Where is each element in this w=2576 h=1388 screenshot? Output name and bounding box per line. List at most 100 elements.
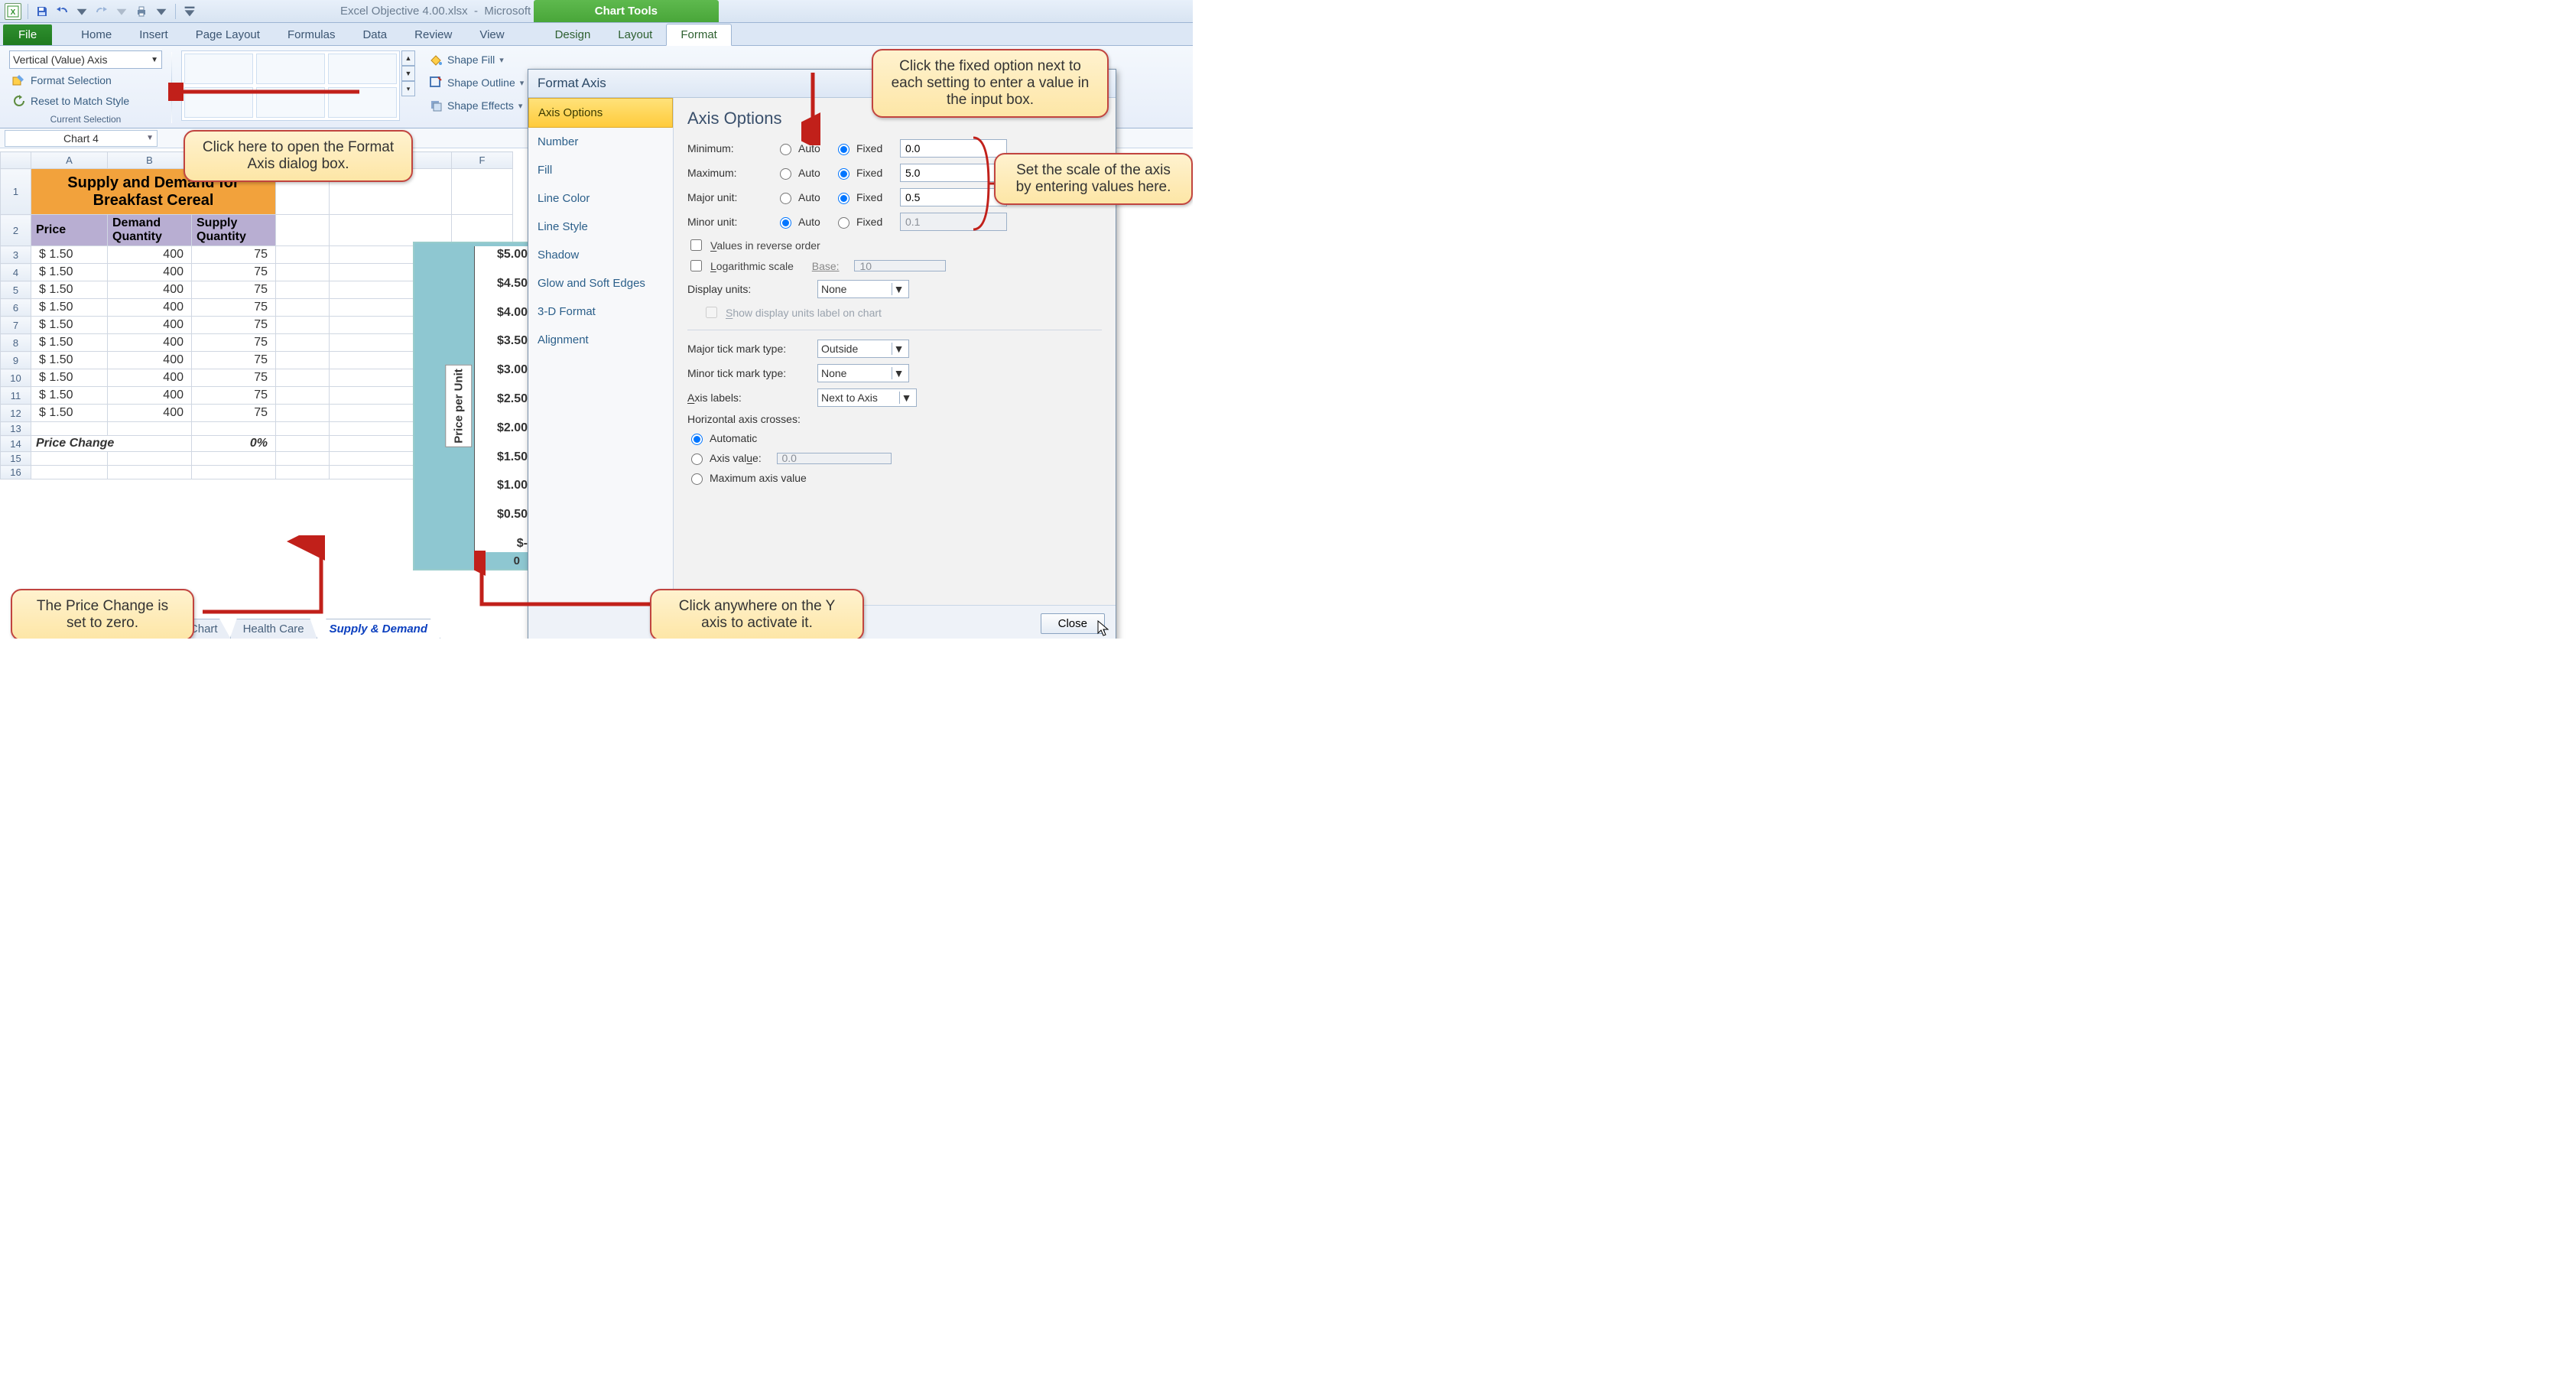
major-tick-combo[interactable]: Outside▼ <box>817 340 909 358</box>
cell-price[interactable]: $ 1.50 <box>31 281 108 299</box>
maximum-auto-radio[interactable]: Auto <box>776 166 830 180</box>
tab-view[interactable]: View <box>466 24 518 45</box>
shape-fill-button[interactable]: Shape Fill <box>426 50 527 69</box>
undo-dropdown-icon[interactable] <box>74 4 89 19</box>
row-header[interactable]: 16 <box>1 466 31 479</box>
cell-demand[interactable]: 400 <box>108 299 192 317</box>
dialog-nav-item[interactable]: Axis Options <box>528 98 673 128</box>
select-all-corner[interactable] <box>1 152 31 169</box>
style-swatch[interactable] <box>328 54 397 84</box>
print-icon[interactable] <box>134 4 149 19</box>
row-header[interactable]: 13 <box>1 422 31 436</box>
reverse-order-checkbox[interactable]: Values in reverse order <box>687 237 1102 253</box>
tab-design[interactable]: Design <box>541 24 605 45</box>
qat-customize-icon[interactable] <box>182 4 197 19</box>
row-header[interactable]: 8 <box>1 334 31 352</box>
row-header[interactable]: 10 <box>1 369 31 387</box>
minimum-auto-radio[interactable]: Auto <box>776 141 830 155</box>
tab-layout[interactable]: Layout <box>604 24 666 45</box>
log-scale-checkbox[interactable]: Logarithmic scale Base: <box>687 258 1102 274</box>
row-header[interactable]: 12 <box>1 405 31 422</box>
tab-insert[interactable]: Insert <box>125 24 182 45</box>
col-header[interactable]: F <box>452 152 513 169</box>
row-header[interactable]: 4 <box>1 264 31 281</box>
crosses-value-radio[interactable]: Axis value: <box>687 451 1102 465</box>
row-header[interactable]: 6 <box>1 299 31 317</box>
cell-demand[interactable]: 400 <box>108 317 192 334</box>
cell-supply[interactable]: 75 <box>192 281 276 299</box>
tab-data[interactable]: Data <box>349 24 401 45</box>
cell-supply[interactable]: 75 <box>192 299 276 317</box>
major-auto-radio[interactable]: Auto <box>776 190 830 204</box>
tab-review[interactable]: Review <box>401 24 466 45</box>
minor-unit-input[interactable] <box>900 213 1007 231</box>
dialog-nav-item[interactable]: Alignment <box>528 326 673 354</box>
crosses-max-radio[interactable]: Maximum axis value <box>687 471 1102 485</box>
maximum-fixed-radio[interactable]: Fixed <box>834 166 895 180</box>
gallery-up-icon[interactable]: ▲ <box>401 50 415 66</box>
tab-formulas[interactable]: Formulas <box>274 24 349 45</box>
row-header[interactable]: 2 <box>1 215 31 246</box>
cell-supply[interactable]: 75 <box>192 246 276 264</box>
cell-price[interactable]: $ 1.50 <box>31 387 108 405</box>
y-axis-title[interactable]: Price per Unit <box>445 365 472 447</box>
axis-labels-combo[interactable]: Next to Axis▼ <box>817 388 917 407</box>
format-selection-button[interactable]: Format Selection <box>9 71 162 89</box>
minor-fixed-radio[interactable]: Fixed <box>834 215 895 229</box>
cell-price[interactable]: $ 1.50 <box>31 405 108 422</box>
gallery-more-icon[interactable]: ▾ <box>401 81 415 96</box>
cell-price[interactable]: $ 1.50 <box>31 317 108 334</box>
cell-supply[interactable]: 75 <box>192 317 276 334</box>
shape-effects-button[interactable]: Shape Effects <box>426 96 527 115</box>
row-header[interactable]: 9 <box>1 352 31 369</box>
row-header[interactable]: 5 <box>1 281 31 299</box>
cell-supply[interactable]: 75 <box>192 264 276 281</box>
sheet-tab[interactable]: Health Care <box>230 619 317 639</box>
cell-demand[interactable]: 400 <box>108 246 192 264</box>
file-tab[interactable]: File <box>3 24 52 45</box>
cell-price[interactable]: $ 1.50 <box>31 246 108 264</box>
save-icon[interactable] <box>34 4 50 19</box>
tab-home[interactable]: Home <box>67 24 125 45</box>
shape-outline-button[interactable]: Shape Outline <box>426 73 527 92</box>
row-header[interactable]: 15 <box>1 452 31 466</box>
row-header[interactable]: 3 <box>1 246 31 264</box>
style-swatch[interactable] <box>184 54 253 84</box>
print-dropdown-icon[interactable] <box>154 4 169 19</box>
sheet-tab-active[interactable]: Supply & Demand <box>317 619 440 639</box>
tab-format[interactable]: Format <box>666 24 732 46</box>
row-header[interactable]: 14 <box>1 436 31 452</box>
style-swatch[interactable] <box>256 54 325 84</box>
dialog-nav-item[interactable]: Glow and Soft Edges <box>528 269 673 297</box>
cell-demand[interactable]: 400 <box>108 352 192 369</box>
crosses-auto-radio[interactable]: Automatic <box>687 431 1102 445</box>
style-swatch[interactable] <box>328 87 397 118</box>
cell-price[interactable]: $ 1.50 <box>31 369 108 387</box>
cell-demand[interactable]: 400 <box>108 405 192 422</box>
name-box[interactable]: Chart 4 ▼ <box>5 130 158 147</box>
dialog-nav-item[interactable]: Number <box>528 128 673 156</box>
redo-dropdown-icon[interactable] <box>114 4 129 19</box>
row-header[interactable]: 1 <box>1 169 31 215</box>
display-units-combo[interactable]: None▼ <box>817 280 909 298</box>
cell-supply[interactable]: 75 <box>192 405 276 422</box>
reset-style-button[interactable]: Reset to Match Style <box>9 92 162 110</box>
cell-price[interactable]: $ 1.50 <box>31 334 108 352</box>
cell-demand[interactable]: 400 <box>108 281 192 299</box>
style-swatch[interactable] <box>184 87 253 118</box>
col-header[interactable]: B <box>108 152 192 169</box>
dialog-nav-item[interactable]: Line Style <box>528 213 673 241</box>
cell-demand[interactable]: 400 <box>108 387 192 405</box>
style-swatch[interactable] <box>256 87 325 118</box>
redo-icon[interactable] <box>94 4 109 19</box>
cell-supply[interactable]: 75 <box>192 352 276 369</box>
col-header[interactable]: A <box>31 152 108 169</box>
cell-demand[interactable]: 400 <box>108 264 192 281</box>
cell-supply[interactable]: 75 <box>192 369 276 387</box>
close-button[interactable]: Close <box>1041 613 1105 634</box>
cell-supply[interactable]: 75 <box>192 387 276 405</box>
dialog-nav-item[interactable]: Line Color <box>528 184 673 213</box>
minor-tick-combo[interactable]: None▼ <box>817 364 909 382</box>
y-axis-ticks[interactable]: $5.00$4.50$4.00$3.50$3.00$2.50$2.00$1.50… <box>477 248 531 551</box>
dialog-nav-item[interactable]: Fill <box>528 156 673 184</box>
